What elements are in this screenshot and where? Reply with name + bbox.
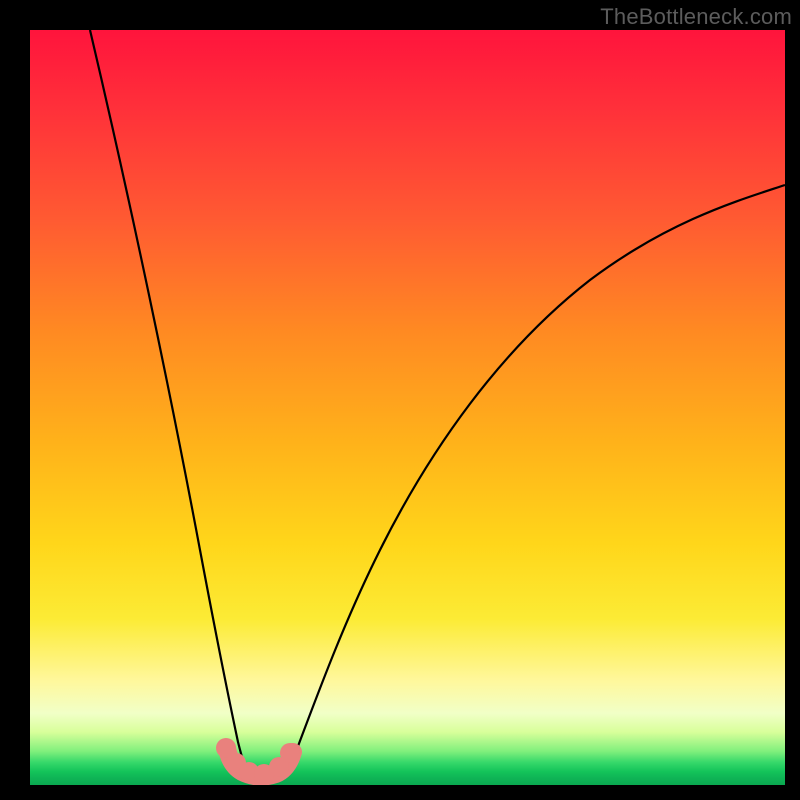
marker-dot [254,764,274,784]
bottom-u-highlight [227,748,293,777]
marker-dot [269,757,289,777]
chart-svg [30,30,785,785]
marker-dot [280,743,300,763]
curve-right-branch [292,185,785,762]
watermark-text: TheBottleneck.com [600,4,792,30]
marker-dot [226,753,246,773]
plot-area [30,30,785,785]
chart-frame: TheBottleneck.com [0,0,800,800]
marker-dot [239,762,259,782]
curve-trough [245,762,292,780]
marker-dot [216,738,236,758]
curve-left-branch [90,30,245,766]
